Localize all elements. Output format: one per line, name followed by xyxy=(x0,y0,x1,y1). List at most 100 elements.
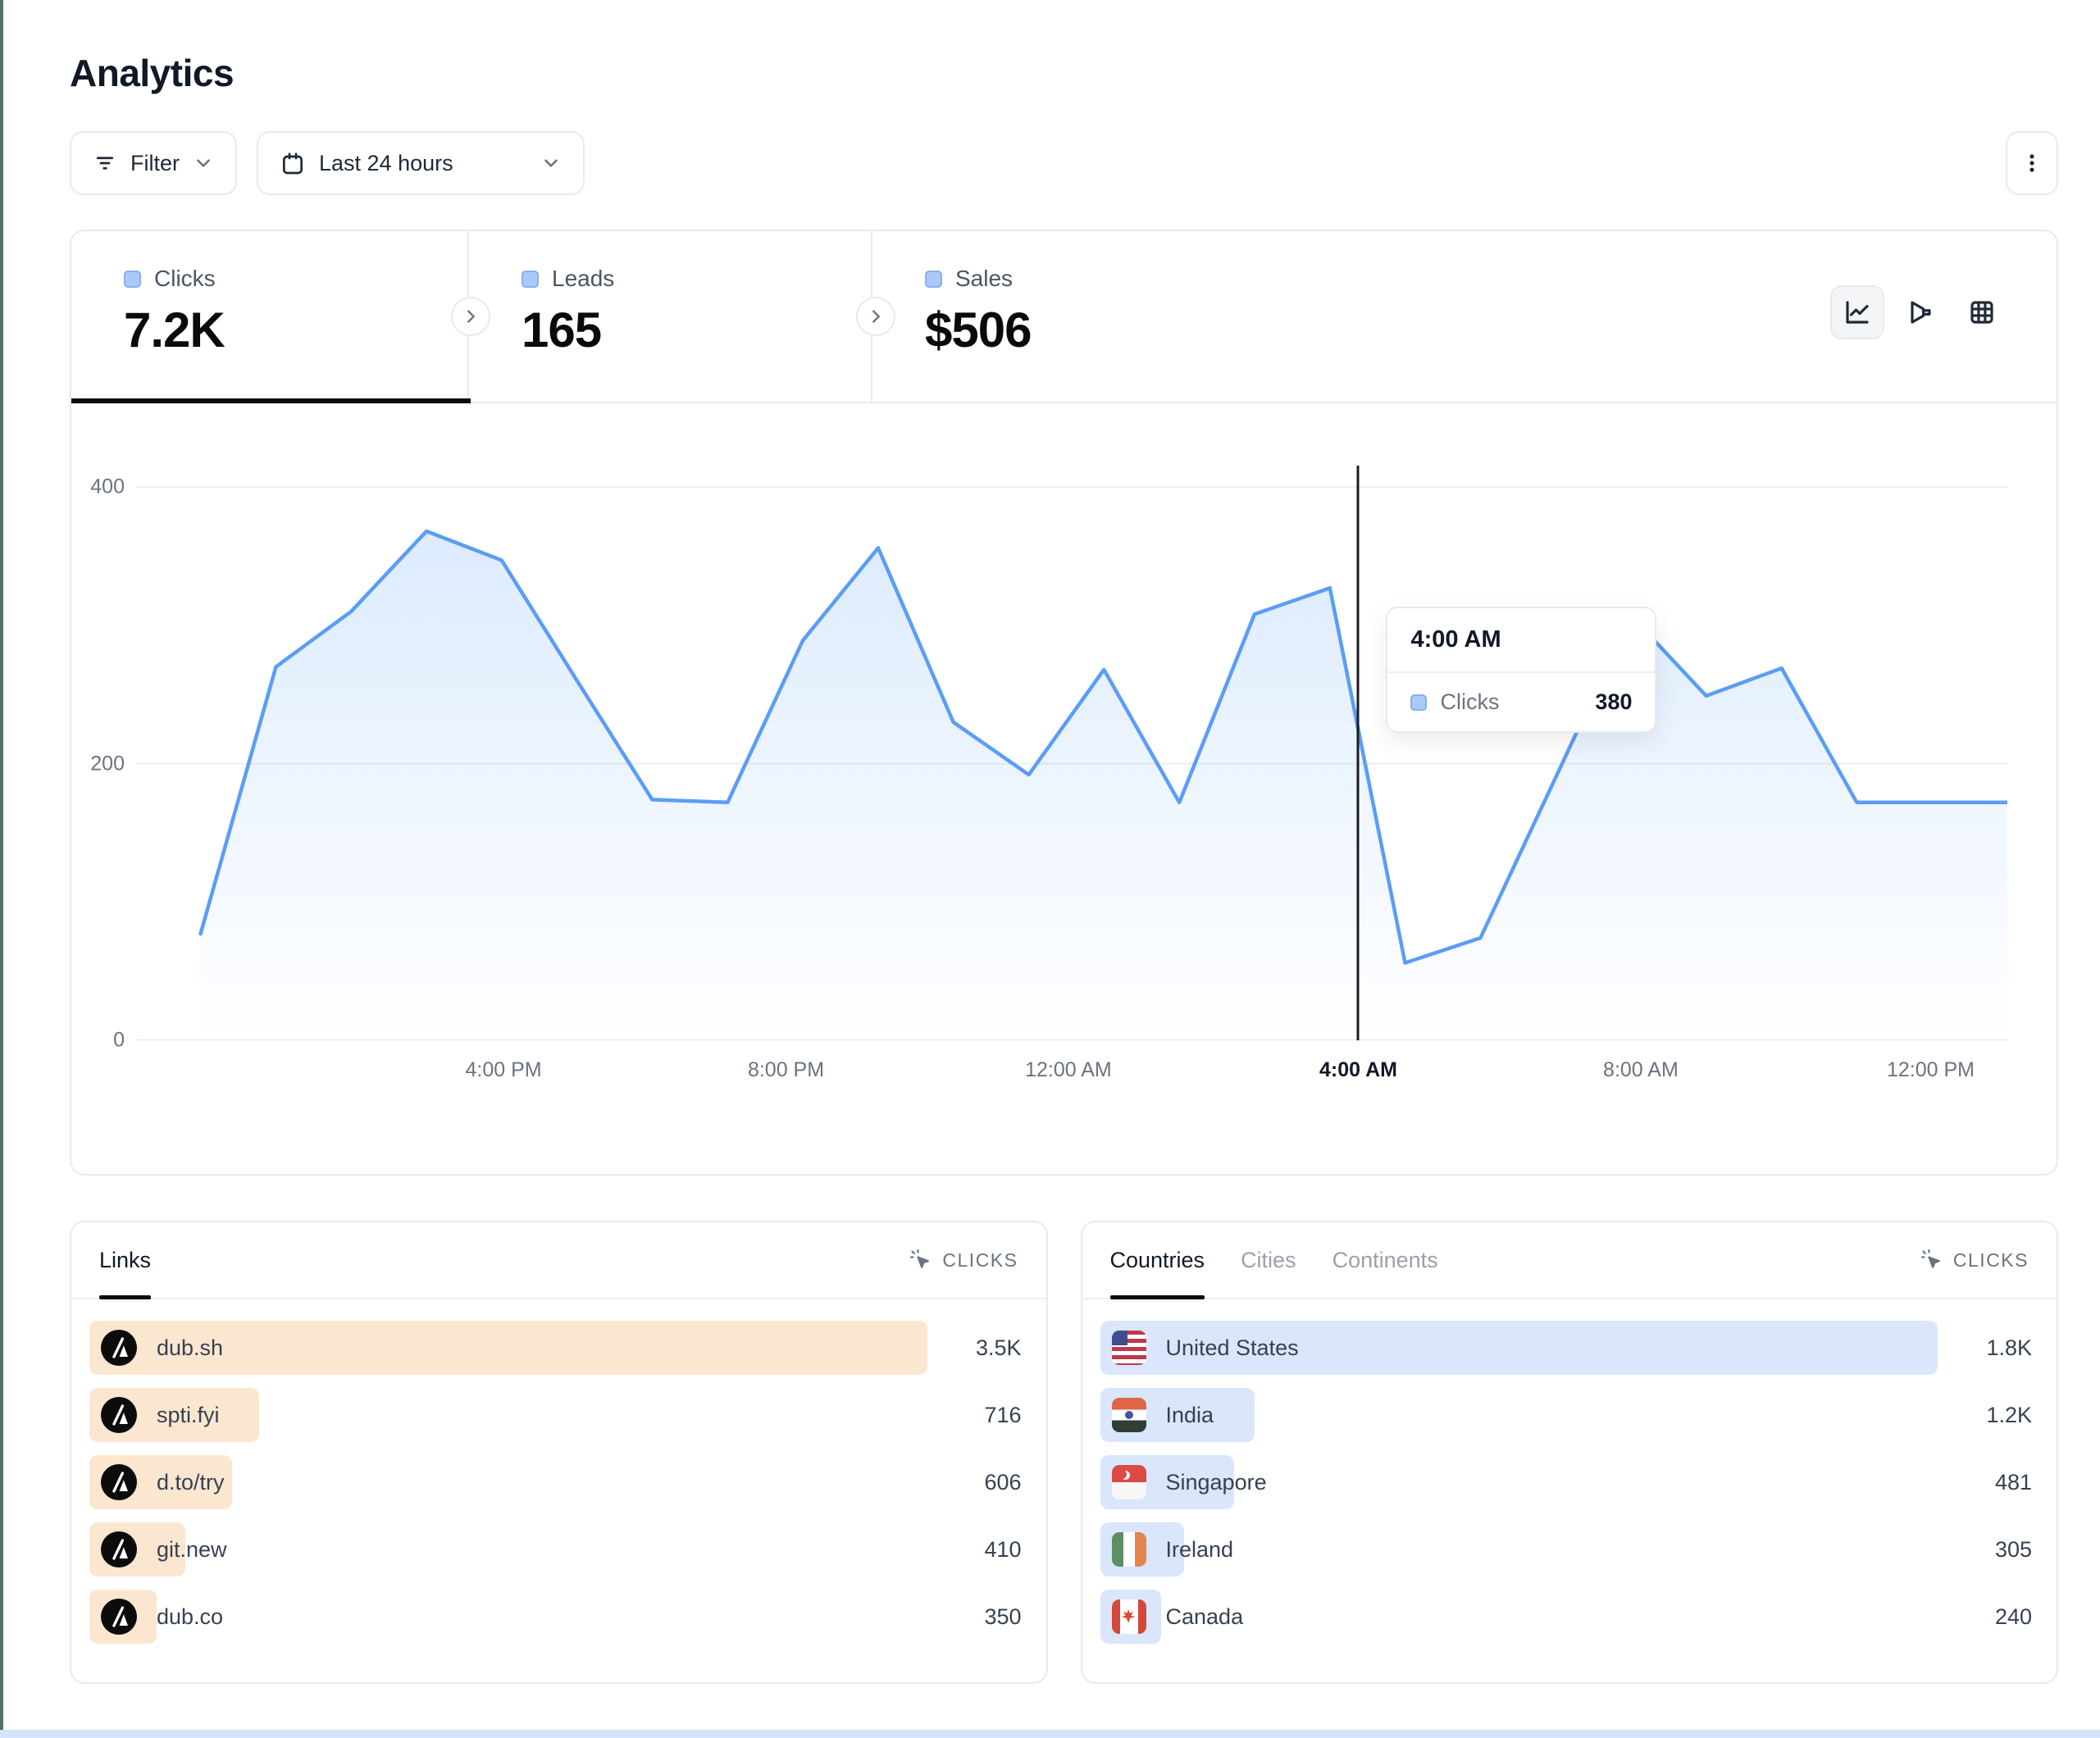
analytics-page: Analytics Filter Last 24 hours xyxy=(70,0,2058,1684)
stat-swatch-icon xyxy=(925,271,942,288)
country-row[interactable]: India 1.2K xyxy=(1100,1388,2033,1442)
stat-tab-sales[interactable]: Sales $506 xyxy=(872,231,1299,402)
sg-flag-icon xyxy=(1112,1465,1146,1499)
country-clicks-value: 305 xyxy=(1938,1537,2032,1563)
stat-value: 165 xyxy=(522,302,871,358)
country-label: Canada xyxy=(1166,1604,1244,1630)
link-row[interactable]: dub.sh 3.5K xyxy=(89,1321,1022,1375)
tooltip-series-label: Clicks xyxy=(1440,689,1499,715)
link-row[interactable]: d.to/try 606 xyxy=(89,1455,1022,1509)
stat-label: Clicks xyxy=(154,266,216,292)
countries-metric-label: CLICKS xyxy=(1953,1249,2029,1272)
active-stat-underline xyxy=(71,398,471,403)
more-options-button[interactable] xyxy=(2006,131,2058,195)
country-label: Ireland xyxy=(1166,1537,1234,1563)
countries-metric[interactable]: CLICKS xyxy=(1920,1249,2029,1272)
filter-button[interactable]: Filter xyxy=(70,131,237,195)
links-metric-label: CLICKS xyxy=(942,1249,1018,1272)
link-clicks-value: 350 xyxy=(927,1604,1022,1630)
us-flag-icon xyxy=(1112,1331,1146,1365)
page-title: Analytics xyxy=(70,51,2058,95)
link-clicks-value: 410 xyxy=(927,1537,1022,1563)
link-label: git.new xyxy=(157,1537,227,1563)
tab-cities[interactable]: Cities xyxy=(1241,1222,1296,1298)
expand-sales-button[interactable] xyxy=(856,297,895,336)
y-axis-label: 400 xyxy=(80,475,125,499)
y-axis-label: 0 xyxy=(80,1029,125,1053)
funnel-chart-icon xyxy=(1905,298,1934,327)
funnel-chart-toggle-button[interactable] xyxy=(1893,285,1947,339)
chart-type-toggle-group xyxy=(1830,285,2009,339)
countries-panel-header: Countries Cities Continents CLICKS xyxy=(1082,1222,2057,1299)
link-row[interactable]: dub.co 350 xyxy=(89,1590,1022,1644)
filter-icon xyxy=(93,151,117,175)
link-label: dub.sh xyxy=(157,1335,223,1361)
analytics-chart-card: Clicks 7.2K Leads 165 Sales $506 xyxy=(70,230,2058,1176)
stat-value: 7.2K xyxy=(124,302,467,358)
stat-swatch-icon xyxy=(522,271,539,288)
date-range-button[interactable]: Last 24 hours xyxy=(257,131,585,195)
clicks-area-chart[interactable] xyxy=(137,477,2007,1040)
stat-label: Sales xyxy=(955,266,1013,292)
country-clicks-value: 240 xyxy=(1938,1604,2032,1630)
tooltip-value: 380 xyxy=(1595,689,1632,715)
line-chart-toggle-button[interactable] xyxy=(1830,285,1884,339)
country-label: India xyxy=(1166,1403,1214,1428)
stat-tab-leads[interactable]: Leads 165 xyxy=(469,231,872,402)
country-row[interactable]: Canada 240 xyxy=(1100,1590,2033,1644)
chart-tooltip: 4:00 AM Clicks 380 xyxy=(1386,607,1656,733)
chart-hover-rule xyxy=(1357,466,1360,1040)
left-edge-accent-strip xyxy=(0,0,3,1738)
x-axis-labels: 4:00 PM8:00 PM12:00 AM4:00 AM8:00 AM12:0… xyxy=(137,1058,2007,1099)
stat-value: $506 xyxy=(925,302,1299,358)
dub-favicon-icon xyxy=(101,1599,137,1635)
country-label: Singapore xyxy=(1166,1470,1267,1495)
link-row[interactable]: git.new 410 xyxy=(89,1522,1022,1576)
tab-links[interactable]: Links xyxy=(99,1222,151,1298)
bottom-accent-strip xyxy=(0,1730,2100,1738)
calendar-icon xyxy=(280,150,306,176)
y-axis-label: 200 xyxy=(80,752,125,776)
chevron-down-icon xyxy=(540,152,562,174)
link-label: dub.co xyxy=(157,1604,223,1630)
country-clicks-value: 481 xyxy=(1938,1470,2032,1495)
ie-flag-icon xyxy=(1112,1532,1146,1567)
cursor-click-icon xyxy=(909,1249,932,1272)
tab-continents[interactable]: Continents xyxy=(1332,1222,1438,1298)
tooltip-time: 4:00 AM xyxy=(1387,608,1655,673)
x-axis-label: 12:00 AM xyxy=(1025,1058,1112,1082)
country-row[interactable]: United States 1.8K xyxy=(1100,1321,2033,1375)
expand-leads-button[interactable] xyxy=(451,297,490,336)
country-row[interactable]: Ireland 305 xyxy=(1100,1522,2033,1576)
link-row[interactable]: spti.fyi 716 xyxy=(89,1388,1022,1442)
kebab-menu-icon xyxy=(2020,151,2044,175)
links-metric[interactable]: CLICKS xyxy=(909,1249,1018,1272)
tab-countries[interactable]: Countries xyxy=(1110,1222,1205,1298)
dub-favicon-icon xyxy=(101,1330,137,1366)
ca-flag-icon xyxy=(1112,1599,1146,1634)
date-range-label: Last 24 hours xyxy=(319,151,453,176)
link-clicks-value: 3.5K xyxy=(927,1335,1022,1361)
link-label: spti.fyi xyxy=(157,1403,220,1428)
line-chart-icon xyxy=(1843,298,1872,327)
chart-area[interactable]: 4:00 AM Clicks 380 0 200 400 4:00 PM 8:00 P… xyxy=(71,477,2057,1099)
link-clicks-value: 716 xyxy=(927,1403,1022,1428)
dub-favicon-icon xyxy=(101,1464,137,1500)
x-axis-label: 4:00 PM xyxy=(466,1058,542,1082)
country-row[interactable]: Singapore 481 xyxy=(1100,1455,2033,1509)
in-flag-icon xyxy=(1112,1398,1146,1432)
table-view-toggle-button[interactable] xyxy=(1955,285,2009,339)
country-clicks-value: 1.8K xyxy=(1938,1335,2032,1361)
stat-tab-clicks[interactable]: Clicks 7.2K xyxy=(71,231,469,402)
links-panel-header: Links CLICKS xyxy=(71,1222,1046,1299)
link-label: d.to/try xyxy=(157,1470,225,1495)
countries-panel: Countries Cities Continents CLICKS xyxy=(1081,1221,2059,1684)
x-axis-label: 8:00 PM xyxy=(748,1058,824,1082)
links-panel: Links CLICKS dub.sh xyxy=(70,1221,1048,1684)
stat-swatch-icon xyxy=(124,271,141,288)
clicks-series-swatch xyxy=(1410,694,1427,711)
toolbar: Filter Last 24 hours xyxy=(70,131,2058,195)
stats-tabs-row: Clicks 7.2K Leads 165 Sales $506 xyxy=(71,231,2057,403)
link-clicks-value: 606 xyxy=(927,1470,1022,1495)
filter-button-label: Filter xyxy=(130,151,180,176)
